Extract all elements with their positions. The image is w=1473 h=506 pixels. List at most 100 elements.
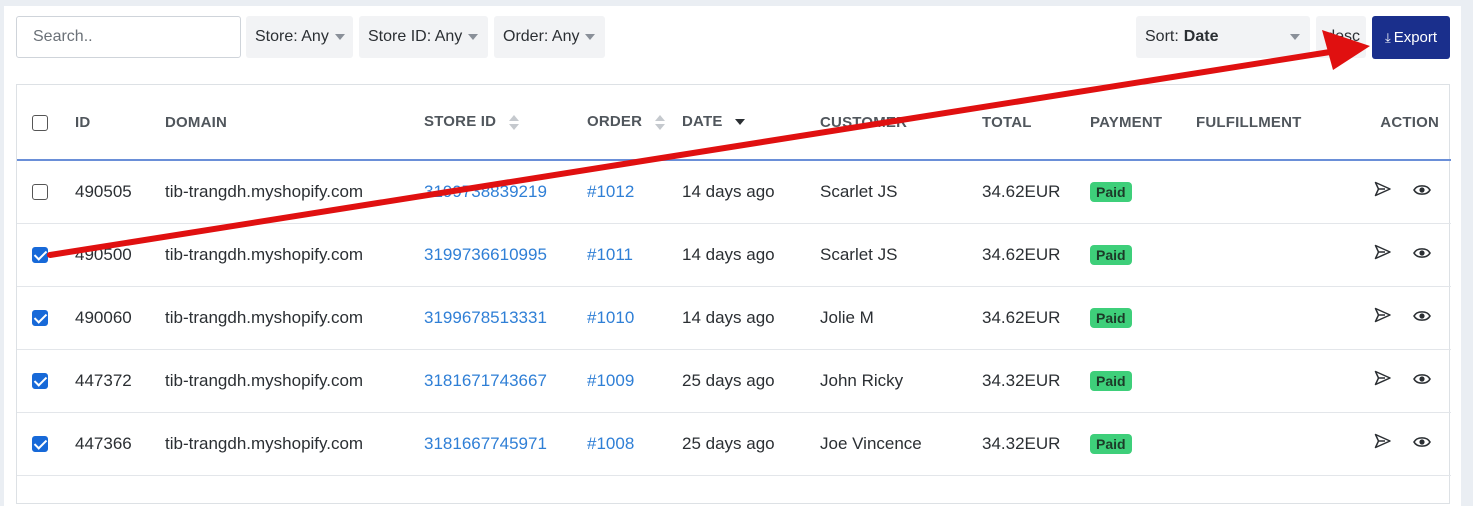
row-checkbox[interactable] xyxy=(32,247,48,264)
cell-customer: Joe Vincence xyxy=(820,433,922,453)
cell-customer: Scarlet JS xyxy=(820,244,898,264)
row-checkbox[interactable] xyxy=(32,436,48,453)
column-header-store-id-label: STORE ID xyxy=(424,113,497,131)
order-link[interactable]: #1009 xyxy=(587,371,634,390)
cell-action xyxy=(1330,349,1451,412)
cell-date: 14 days ago xyxy=(682,307,775,327)
store-id-link[interactable]: 3199738839219 xyxy=(424,182,547,201)
row-checkbox[interactable] xyxy=(32,373,48,390)
status-badge: Paid xyxy=(1090,181,1132,202)
sort-label: Sort: xyxy=(1145,28,1179,45)
cell-store-id: 3181667745971 xyxy=(424,412,587,475)
download-icon: ⤓ xyxy=(1384,29,1391,45)
send-icon[interactable] xyxy=(1374,244,1392,265)
eye-icon[interactable] xyxy=(1413,308,1431,328)
cell-domain: tib-trangdh.myshopify.com xyxy=(165,433,364,453)
column-header-store-id[interactable]: STORE ID xyxy=(424,85,587,160)
eye-icon[interactable] xyxy=(1413,245,1431,265)
column-header-fulfillment[interactable]: FULFILLMENT xyxy=(1196,85,1330,160)
row-checkbox[interactable] xyxy=(32,310,48,327)
cell-action xyxy=(1330,412,1451,475)
cell-total: 34.32EUR xyxy=(982,370,1061,390)
column-header-order-label: ORDER xyxy=(587,113,643,131)
column-header-id[interactable]: ID xyxy=(75,85,165,160)
sort-value: Date xyxy=(1183,28,1219,45)
store-id-link[interactable]: 3181667745971 xyxy=(424,434,547,453)
sort-desc-icon xyxy=(734,115,745,131)
status-badge: Paid xyxy=(1090,370,1132,391)
table-row[interactable]: 490060 tib-trangdh.myshopify.com 3199678… xyxy=(17,286,1451,349)
row-select-cell xyxy=(17,160,75,223)
export-button[interactable]: ⤓ Export xyxy=(1372,16,1450,59)
store-id-link[interactable]: 3181671743667 xyxy=(424,371,547,390)
filter-store[interactable]: Store: Any xyxy=(246,16,353,58)
order-link[interactable]: #1008 xyxy=(587,434,634,453)
table-row[interactable]: 447372 tib-trangdh.myshopify.com 3181671… xyxy=(17,349,1451,412)
column-header-date[interactable]: DATE xyxy=(682,85,820,160)
column-header-date-label: DATE xyxy=(682,113,723,131)
cell-store-id: 3199736610995 xyxy=(424,223,587,286)
column-header-payment[interactable]: PAYMENT xyxy=(1090,85,1196,160)
column-header-action: ACTION xyxy=(1380,113,1439,131)
table-row[interactable]: 490505 tib-trangdh.myshopify.com 3199738… xyxy=(17,160,1451,223)
cell-domain: tib-trangdh.myshopify.com xyxy=(165,307,364,327)
cell-fulfillment xyxy=(1196,412,1330,475)
send-icon[interactable] xyxy=(1374,307,1392,328)
cell-store-id: 3181671743667 xyxy=(424,349,587,412)
eye-icon[interactable] xyxy=(1413,182,1431,202)
filter-order[interactable]: Order: Any xyxy=(494,16,605,58)
order-link[interactable]: #1010 xyxy=(587,308,634,327)
search-input[interactable] xyxy=(16,16,241,58)
filter-store-id[interactable]: Store ID: Any xyxy=(359,16,488,58)
filter-store-label: Store: Any xyxy=(255,28,329,45)
order-link[interactable]: #1012 xyxy=(587,182,634,201)
cell-action xyxy=(1330,223,1451,286)
cell-date: 25 days ago xyxy=(682,370,775,390)
cell-id: 490060 xyxy=(75,307,132,327)
orders-panel: Store: Any Store ID: Any Order: Any Sort… xyxy=(4,6,1461,506)
table-row[interactable]: 447366 tib-trangdh.myshopify.com 3181667… xyxy=(17,412,1451,475)
cell-customer: Jolie M xyxy=(820,307,874,327)
orders-table: ID DOMAIN STORE ID ORDER DATE CUSTOMER T… xyxy=(16,84,1451,504)
cell-order: #1008 xyxy=(587,412,682,475)
eye-icon[interactable] xyxy=(1413,434,1431,454)
send-icon[interactable] xyxy=(1374,433,1392,454)
cell-fulfillment xyxy=(1196,160,1330,223)
order-link[interactable]: #1011 xyxy=(587,245,633,264)
cell-order: #1011 xyxy=(587,223,682,286)
send-icon[interactable] xyxy=(1374,370,1392,391)
cell-fulfillment xyxy=(1196,286,1330,349)
select-all-checkbox[interactable] xyxy=(32,114,48,131)
cell-domain: tib-trangdh.myshopify.com xyxy=(165,370,364,390)
cell-domain: tib-trangdh.myshopify.com xyxy=(165,244,364,264)
table-row[interactable]: 490500 tib-trangdh.myshopify.com 3199736… xyxy=(17,223,1451,286)
cell-action xyxy=(1330,286,1451,349)
column-header-domain[interactable]: DOMAIN xyxy=(165,85,424,160)
sort-select[interactable]: Sort: Date xyxy=(1136,16,1310,58)
column-header-total[interactable]: TOTAL xyxy=(982,85,1090,160)
chevron-down-icon xyxy=(1290,34,1300,40)
cell-store-id: 3199678513331 xyxy=(424,286,587,349)
filter-order-label: Order: Any xyxy=(503,28,580,45)
cell-domain: tib-trangdh.myshopify.com xyxy=(165,181,364,201)
column-header-order[interactable]: ORDER xyxy=(587,85,682,160)
cell-id: 490505 xyxy=(75,181,132,201)
chevron-down-icon xyxy=(585,34,596,40)
chevron-down-icon xyxy=(468,34,479,40)
row-checkbox[interactable] xyxy=(32,184,48,201)
status-badge: Paid xyxy=(1090,307,1132,328)
send-icon[interactable] xyxy=(1374,181,1392,202)
cell-id: 447372 xyxy=(75,370,132,390)
column-header-customer[interactable]: CUSTOMER xyxy=(820,85,982,160)
cell-total: 34.62EUR xyxy=(982,244,1061,264)
store-id-link[interactable]: 3199736610995 xyxy=(424,245,547,264)
store-id-link[interactable]: 3199678513331 xyxy=(424,308,547,327)
cell-customer: John Ricky xyxy=(820,370,904,390)
status-badge: Paid xyxy=(1090,433,1132,454)
cell-payment: Paid xyxy=(1090,223,1196,286)
sort-direction-button[interactable]: desc xyxy=(1316,16,1366,58)
cell-customer: Scarlet JS xyxy=(820,181,898,201)
cell-total: 34.32EUR xyxy=(982,433,1061,453)
cell-order: #1009 xyxy=(587,349,682,412)
eye-icon[interactable] xyxy=(1413,371,1431,391)
